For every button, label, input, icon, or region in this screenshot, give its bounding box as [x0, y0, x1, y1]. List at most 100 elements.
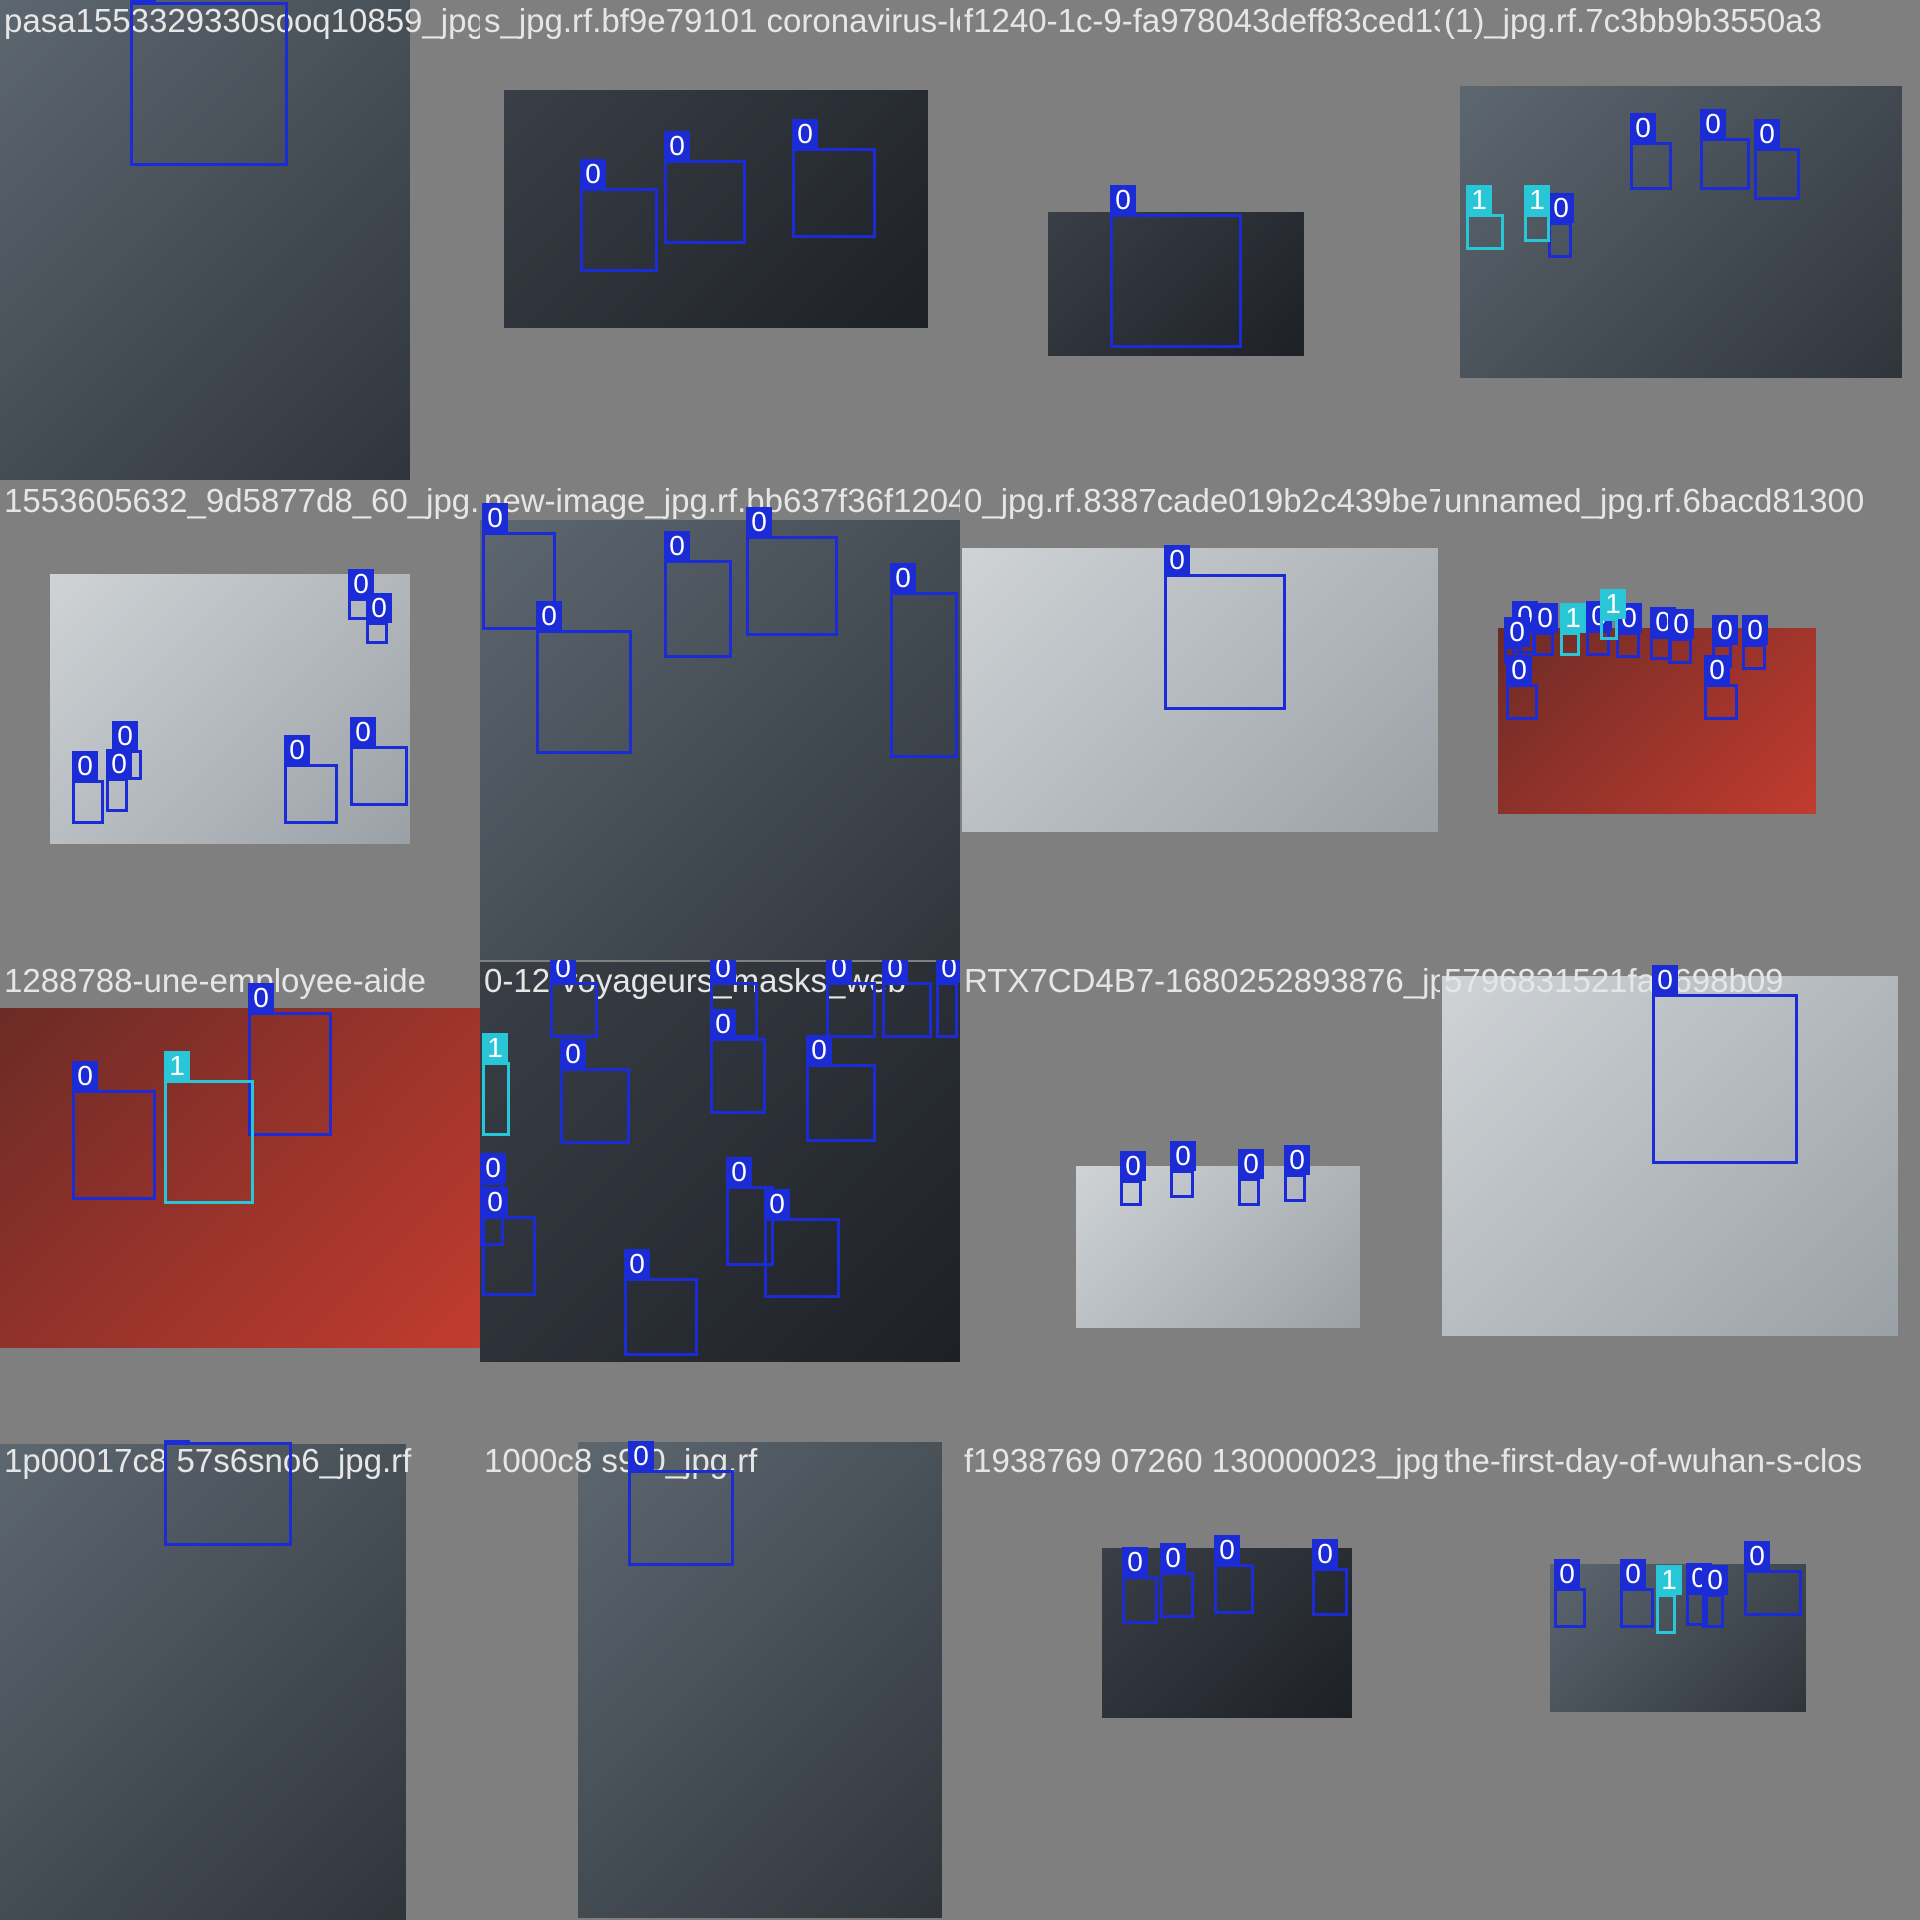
bbox-label: 0 — [1170, 1141, 1196, 1171]
bbox-label: 0 — [1668, 609, 1694, 639]
bbox-label: 1 — [1466, 185, 1492, 215]
no-mask-bbox: 1 — [1466, 185, 1504, 250]
mask-bbox: 0 — [1754, 119, 1800, 200]
bbox-label: 0 — [1620, 1559, 1646, 1589]
tile-filename: f1938769 07260 130000023_jpg.rf — [964, 1442, 1440, 1479]
bbox-label: 0 — [936, 960, 960, 983]
tile-filename: (1)_jpg.rf.7c3bb9b3550a3 — [1444, 2, 1822, 39]
tile-filename: 1288788-une-employee-aide — [4, 962, 426, 999]
mask-bbox: 0 — [482, 962, 484, 964]
tile-photo — [1076, 1166, 1360, 1328]
mask-bbox: 0 — [1630, 113, 1672, 190]
mosaic-tile-5: 1553605632_9d5877d8_60_jpg.rf.de19d2cf5 … — [0, 480, 480, 960]
mask-bbox: 0 — [890, 563, 958, 758]
bbox-label: 0 — [1704, 655, 1730, 685]
mask-bbox: 0 — [764, 1189, 840, 1298]
mask-bbox: 0 — [1120, 1151, 1146, 1206]
bbox-label: 0 — [536, 601, 562, 631]
mask-bbox: 0 — [1170, 1141, 1196, 1198]
bbox-label: 0 — [1214, 1535, 1240, 1565]
mask-bbox: 0 — [1238, 1149, 1264, 1206]
mask-bbox: 0 — [72, 1061, 156, 1200]
bbox-label: 1 — [164, 1051, 190, 1081]
mask-bbox: 0 — [746, 507, 838, 636]
mask-bbox: 0 — [1506, 655, 1538, 720]
mask-bbox: 0 — [1532, 603, 1558, 656]
mask-bbox: 0 — [1702, 1565, 1728, 1628]
mask-bbox: 0 — [164, 1440, 292, 1546]
mask-bbox: 0 — [248, 983, 332, 1136]
bbox-label: 0 — [480, 1153, 506, 1183]
mask-bbox: 0 — [536, 601, 632, 754]
bbox-label: 0 — [1744, 1541, 1770, 1571]
mask-bbox: 0 — [1312, 1539, 1348, 1616]
mosaic-tile-6: new-image_jpg.rf.bb637f36f12047 4b2409 3… — [480, 480, 960, 960]
mask-bbox: 0 — [628, 1441, 734, 1566]
mosaic-tile-3: f1240-1c-9-fa978043deff83ced135af12 5bb9… — [960, 0, 1440, 480]
tile-filename: RTX7CD4B7-1680252893876_jpg — [964, 962, 1440, 999]
bbox-label: 0 — [1504, 617, 1530, 647]
mask-bbox: 0 — [550, 960, 598, 1038]
bbox-label: 0 — [628, 1441, 654, 1471]
bbox-label: 0 — [1238, 1149, 1264, 1179]
no-mask-bbox: 1 — [1656, 1565, 1682, 1634]
bbox-label: 0 — [1164, 545, 1190, 575]
mask-bbox: 0 — [664, 131, 746, 244]
mask-bbox: 0 — [482, 482, 484, 484]
mask-bbox: 0 — [1164, 545, 1286, 710]
tile-filename: new-image_jpg.rf.bb637f36f12047 4b2409 3… — [484, 482, 960, 519]
mask-bbox: 0 — [1652, 965, 1798, 1164]
mask-bbox: 0 — [1700, 109, 1750, 190]
bbox-label: 0 — [1160, 1543, 1186, 1573]
bbox-label: 0 — [1120, 1151, 1146, 1181]
bbox-label: 1 — [1524, 185, 1550, 215]
bbox-label: 0 — [482, 1187, 508, 1217]
tile-filename: s_jpg.rf.bf9e79101 coronavirus-london fa… — [484, 2, 960, 39]
mask-bbox: 0 — [350, 717, 408, 806]
tile-filename: unnamed_jpg.rf.6bacd81300 — [1444, 482, 1865, 519]
bbox-label: 1 — [482, 1033, 508, 1063]
bbox-label: 0 — [560, 1039, 586, 1069]
bbox-label: 0 — [112, 721, 138, 751]
bbox-label: 0 — [1506, 655, 1532, 685]
mask-bbox: 0 — [936, 960, 960, 1038]
mosaic-tile-1: pasa1553329330sooq10859_jpg 0 — [0, 0, 480, 480]
bbox-label: 0 — [580, 159, 606, 189]
bbox-label: 0 — [1312, 1539, 1338, 1569]
mask-bbox: 0 — [106, 749, 132, 812]
no-mask-bbox: 1 — [164, 1051, 254, 1204]
bbox-label: 1 — [1656, 1565, 1682, 1595]
mosaic-tile-11: RTX7CD4B7-1680252893876_jpg 0 0 0 0 — [960, 960, 1440, 1440]
bbox-label: 0 — [746, 507, 772, 537]
bbox-label: 0 — [1122, 1547, 1148, 1577]
bbox-label: 0 — [550, 960, 576, 983]
bbox-label: 0 — [1712, 615, 1738, 645]
mask-bbox: 0 — [710, 1009, 766, 1114]
bbox-label: 0 — [1110, 185, 1136, 215]
bbox-label: 0 — [890, 563, 916, 593]
mask-bbox: 0 — [366, 593, 392, 644]
no-mask-bbox: 1 — [1600, 589, 1626, 640]
mask-bbox: 0 — [1616, 603, 1642, 658]
bbox-label: 0 — [1532, 603, 1558, 633]
mask-bbox: 0 — [1704, 655, 1738, 720]
mask-bbox: 0 — [1160, 1543, 1194, 1618]
mask-bbox: 0 — [560, 1039, 630, 1144]
mask-bbox: 0 — [1122, 1547, 1158, 1624]
tile-filename: 0_jpg.rf.8387cade019b2c439be7634 — [964, 482, 1440, 519]
bbox-label: 0 — [664, 131, 690, 161]
bbox-label: 0 — [792, 119, 818, 149]
bbox-label: 0 — [284, 735, 310, 765]
bbox-label: 0 — [366, 593, 392, 623]
mask-bbox: 0 — [1744, 1541, 1802, 1616]
bbox-label: 0 — [826, 960, 852, 983]
bbox-label: 0 — [1548, 193, 1574, 223]
bbox-label: 0 — [106, 749, 132, 779]
mosaic-tile-16: the-first-day-of-wuhan-s-clos 0 0 0 0 0 … — [1440, 1440, 1920, 1920]
no-mask-bbox: 1 — [1560, 603, 1586, 656]
bbox-label: 0 — [1652, 965, 1678, 995]
mask-bbox: 0 — [130, 0, 288, 166]
tile-filename: the-first-day-of-wuhan-s-clos — [1444, 1442, 1863, 1479]
bbox-label: 0 — [624, 1249, 650, 1279]
mask-bbox: 0 — [1110, 185, 1242, 348]
